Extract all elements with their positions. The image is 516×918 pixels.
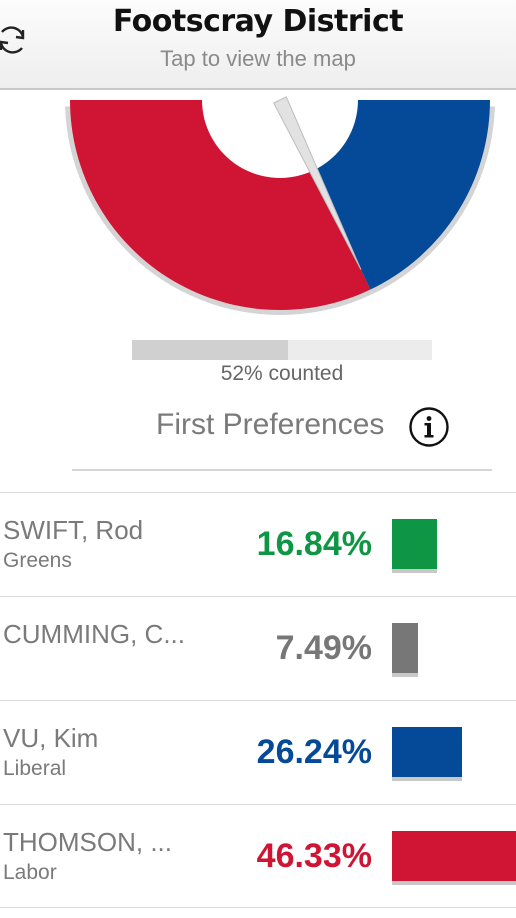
candidate-name: VU, Kim	[3, 723, 99, 753]
candidate-percent: 16.84%	[256, 525, 372, 563]
candidate-bar-shadow	[392, 673, 418, 677]
counted-label: 52% counted	[220, 362, 344, 385]
header-bar[interactable]: Footscray District Tap to view the map	[0, 0, 516, 90]
candidate-bar-shadow	[392, 569, 437, 573]
candidate-bar	[392, 519, 437, 569]
candidate-party: Labor	[3, 861, 57, 884]
candidate-percent: 7.49%	[275, 629, 372, 667]
candidate-bar-container	[392, 519, 516, 573]
candidate-bar	[392, 831, 516, 881]
candidate-row[interactable]: CUMMING, C... 7.49%	[0, 596, 516, 700]
candidate-percent: 26.24%	[256, 733, 372, 771]
candidate-bar-container	[392, 831, 516, 885]
info-icon[interactable]	[408, 406, 450, 448]
candidate-name: SWIFT, Rod	[3, 515, 144, 545]
section-divider	[72, 469, 492, 471]
candidate-party: Greens	[3, 549, 72, 572]
candidate-row[interactable]: VU, Kim Liberal 26.24%	[0, 700, 516, 804]
candidate-row[interactable]: SWIFT, Rod Greens 16.84%	[0, 492, 516, 596]
candidate-bar	[392, 727, 462, 777]
page-title: Footscray District	[112, 4, 404, 39]
candidate-list: SWIFT, Rod Greens 16.84% CUMMING, C... 7…	[0, 492, 516, 908]
results-gauge[interactable]	[0, 92, 516, 322]
candidate-bar	[392, 623, 418, 673]
map-link[interactable]: Tap to view the map	[0, 46, 516, 72]
candidate-name: THOMSON, ...	[3, 827, 172, 857]
gauge-segment-labor	[70, 100, 371, 311]
candidate-percent: 46.33%	[256, 837, 372, 875]
counted-progress-fill	[132, 340, 288, 360]
candidate-bar-shadow	[392, 881, 516, 885]
candidate-bar-container	[392, 623, 516, 677]
candidate-bar-container	[392, 727, 516, 781]
candidate-row[interactable]: THOMSON, ... Labor 46.33%	[0, 804, 516, 908]
counted-progress-bar	[132, 340, 432, 360]
candidate-party: Liberal	[3, 757, 67, 780]
section-title: First Preferences	[156, 408, 385, 441]
candidate-name: CUMMING, C...	[3, 619, 185, 649]
candidate-bar-shadow	[392, 777, 462, 781]
